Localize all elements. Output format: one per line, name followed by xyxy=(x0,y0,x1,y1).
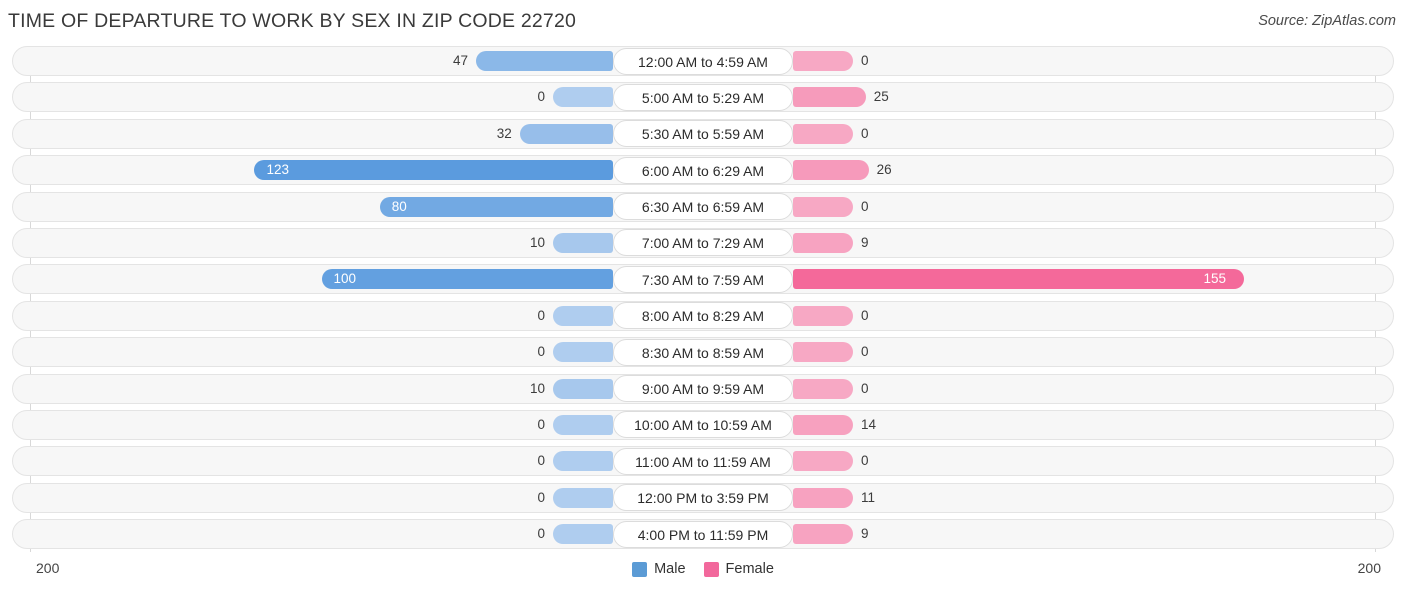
bar-male xyxy=(553,87,613,108)
bar-female xyxy=(793,87,866,108)
bar-female xyxy=(793,123,853,144)
legend-label: Female xyxy=(725,561,774,577)
legend-label: Male xyxy=(654,561,686,577)
category-label: 10:00 AM to 10:59 AM xyxy=(613,411,793,439)
value-label-female: 0 xyxy=(861,380,869,396)
bar-female xyxy=(793,305,853,326)
value-label-male: 10 xyxy=(529,234,545,250)
bar-female xyxy=(793,232,853,253)
bar-male xyxy=(553,487,613,508)
value-label-female: 0 xyxy=(861,307,869,323)
table-row: 0 11 12:00 PM to 3:59 PM xyxy=(0,482,1406,513)
bar-male xyxy=(321,269,613,290)
table-row: 47 0 12:00 AM to 4:59 AM xyxy=(0,46,1406,76)
value-label-female: 14 xyxy=(861,416,877,432)
value-label-male: 0 xyxy=(537,89,545,105)
category-label: 12:00 PM to 3:59 PM xyxy=(613,484,793,512)
bar-male xyxy=(519,123,613,144)
bar-female xyxy=(793,342,853,363)
category-label: 5:30 AM to 5:59 AM xyxy=(613,120,793,148)
bar-female xyxy=(793,269,1245,290)
category-label: 4:00 PM to 11:59 PM xyxy=(613,520,793,548)
table-row: 0 9 4:00 PM to 11:59 PM xyxy=(0,519,1406,550)
table-row: 123 26 6:00 AM to 6:29 AM xyxy=(0,155,1406,186)
bar-female xyxy=(793,160,869,181)
bar-male xyxy=(553,414,613,435)
bar-male xyxy=(379,196,613,217)
value-label-female: 0 xyxy=(861,453,869,469)
value-label-male: 100 xyxy=(333,271,357,287)
page-title: TIME OF DEPARTURE TO WORK BY SEX IN ZIP … xyxy=(8,10,577,32)
category-label: 12:00 AM to 4:59 AM xyxy=(613,47,793,75)
value-label-female: 9 xyxy=(861,526,869,542)
table-row: 0 0 8:30 AM to 8:59 AM xyxy=(0,337,1406,368)
category-label: 8:30 AM to 8:59 AM xyxy=(613,338,793,366)
value-label-female: 25 xyxy=(873,89,889,105)
table-row: 0 14 10:00 AM to 10:59 AM xyxy=(0,409,1406,440)
value-label-male: 123 xyxy=(266,162,289,178)
bar-female xyxy=(793,524,853,545)
bar-female xyxy=(793,414,853,435)
value-label-male: 0 xyxy=(537,489,545,505)
table-row: 0 0 8:00 AM to 8:29 AM xyxy=(0,300,1406,331)
source-attribution: Source: ZipAtlas.com xyxy=(1258,13,1396,29)
bar-male xyxy=(553,451,613,472)
bar-female xyxy=(793,196,853,217)
value-label-male: 32 xyxy=(496,125,512,141)
table-row: 32 0 5:30 AM to 5:59 AM xyxy=(0,118,1406,149)
value-label-male: 10 xyxy=(529,380,545,396)
value-label-female: 26 xyxy=(876,162,892,178)
bar-male xyxy=(475,51,613,71)
value-label-male: 0 xyxy=(537,307,545,323)
chart-footer: 200 200 Male Female xyxy=(0,552,1406,595)
value-label-female: 0 xyxy=(861,344,869,360)
chart-legend: Male Female xyxy=(0,561,1406,577)
chart-root: TIME OF DEPARTURE TO WORK BY SEX IN ZIP … xyxy=(0,0,1406,595)
bar-rows: 47 0 12:00 AM to 4:59 AM 0 25 5:00 AM to 5:29… xyxy=(0,46,1406,555)
legend-swatch-icon xyxy=(703,561,719,577)
table-row: 0 0 11:00 AM to 11:59 AM xyxy=(0,446,1406,477)
value-label-male: 0 xyxy=(537,453,545,469)
category-label: 7:00 AM to 7:29 AM xyxy=(613,229,793,257)
bar-male xyxy=(553,342,613,363)
legend-item[interactable]: Female xyxy=(703,561,774,577)
value-label-female: 0 xyxy=(861,125,869,141)
value-label-male: 80 xyxy=(391,198,407,214)
bar-female xyxy=(793,51,853,71)
value-label-female: 11 xyxy=(861,489,876,505)
bar-female xyxy=(793,487,853,508)
table-row: 80 0 6:30 AM to 6:59 AM xyxy=(0,191,1406,222)
bar-male xyxy=(553,524,613,545)
category-label: 6:30 AM to 6:59 AM xyxy=(613,193,793,221)
category-label: 8:00 AM to 8:29 AM xyxy=(613,302,793,330)
table-row: 10 9 7:00 AM to 7:29 AM xyxy=(0,227,1406,258)
value-label-male: 0 xyxy=(537,416,545,432)
bar-male xyxy=(553,378,613,399)
value-label-female: 155 xyxy=(1203,271,1227,287)
chart-header: TIME OF DEPARTURE TO WORK BY SEX IN ZIP … xyxy=(0,0,1406,46)
category-label: 6:00 AM to 6:29 AM xyxy=(613,156,793,184)
value-label-male: 47 xyxy=(452,53,468,68)
category-label: 9:00 AM to 9:59 AM xyxy=(613,375,793,403)
plot-area: 47 0 12:00 AM to 4:59 AM 0 25 5:00 AM to 5:29… xyxy=(0,46,1406,552)
legend-swatch-icon xyxy=(632,561,648,577)
category-label: 5:00 AM to 5:29 AM xyxy=(613,83,793,111)
bar-female xyxy=(793,451,853,472)
bar-male xyxy=(553,232,613,253)
category-label: 7:30 AM to 7:59 AM xyxy=(613,265,793,293)
table-row: 0 25 5:00 AM to 5:29 AM xyxy=(0,82,1406,113)
value-label-male: 0 xyxy=(537,344,545,360)
value-label-male: 0 xyxy=(537,526,545,542)
table-row: 10 0 9:00 AM to 9:59 AM xyxy=(0,373,1406,404)
value-label-female: 9 xyxy=(861,234,869,250)
legend-item[interactable]: Male xyxy=(632,561,686,577)
bar-female xyxy=(793,378,853,399)
value-label-female: 0 xyxy=(861,53,869,68)
bar-male xyxy=(553,305,613,326)
bar-male xyxy=(254,160,613,181)
table-row: 100 155 7:30 AM to 7:59 AM xyxy=(0,264,1406,295)
value-label-female: 0 xyxy=(861,198,869,214)
category-label: 11:00 AM to 11:59 AM xyxy=(613,447,793,475)
